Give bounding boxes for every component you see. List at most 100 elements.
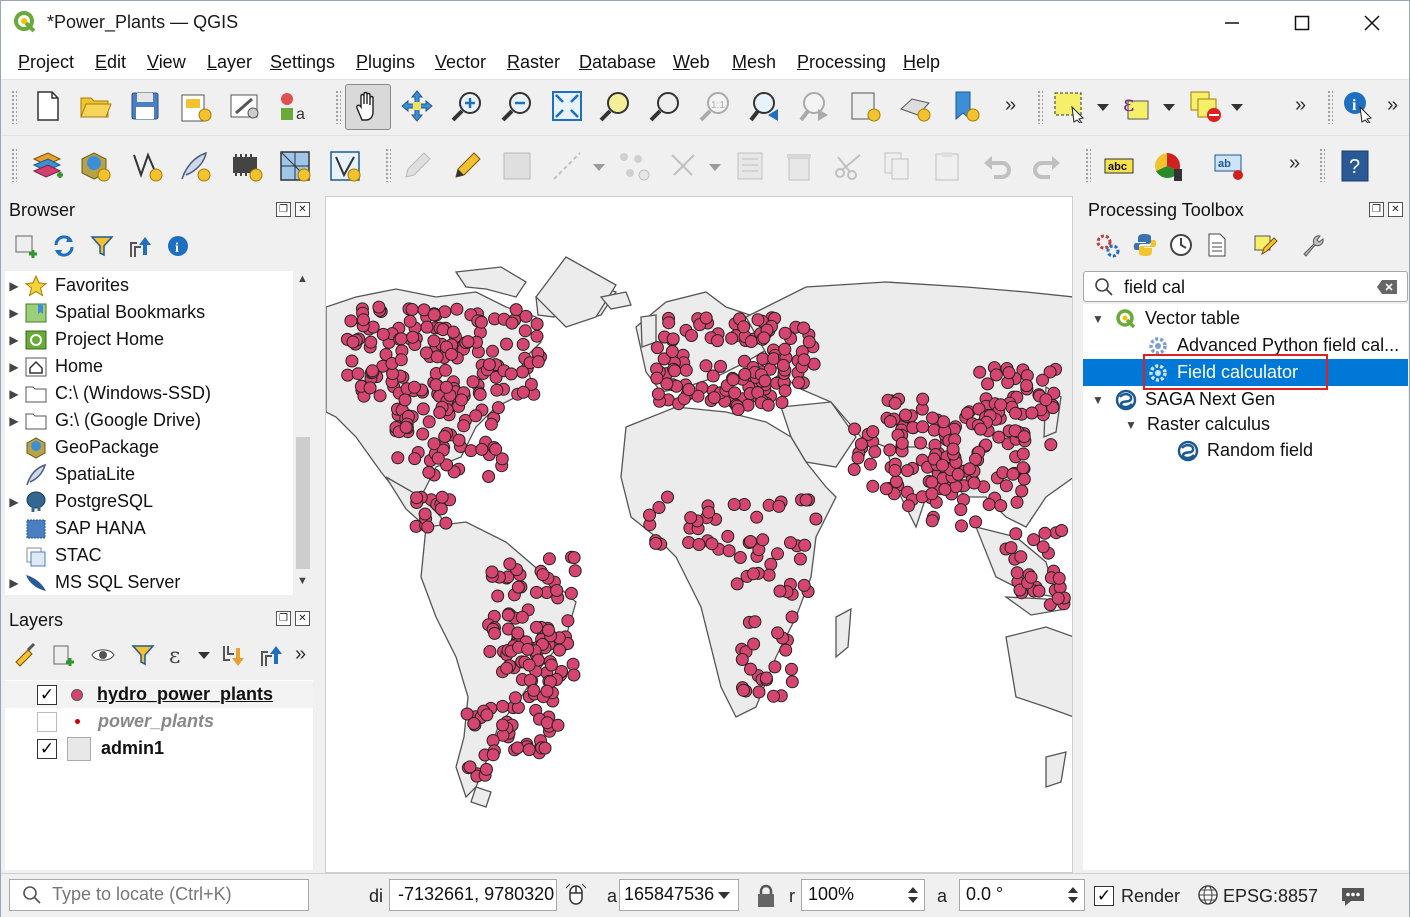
add-group-button[interactable]	[45, 637, 81, 673]
browser-item-stac[interactable]: STAC	[5, 542, 102, 569]
collapse-all-button[interactable]	[121, 227, 159, 265]
add-feature-button[interactable]	[547, 146, 587, 186]
menu-edit[interactable]: Edit	[95, 52, 126, 73]
filter-browser-button[interactable]	[83, 227, 121, 265]
layer-visibility-checkbox[interactable]: ✓	[37, 738, 57, 759]
toolbar-grip[interactable]	[1319, 148, 1325, 182]
edit-features-in-place-button[interactable]	[1247, 227, 1283, 263]
crs-button[interactable]	[1197, 884, 1221, 908]
zoom-native-button[interactable]: 1:1	[695, 86, 735, 126]
toolbar-grip[interactable]	[1037, 90, 1043, 124]
render-checkbox[interactable]: ✓	[1094, 886, 1114, 906]
menu-plugins[interactable]: Plugins	[356, 52, 415, 73]
menu-settings[interactable]: Settings	[270, 52, 335, 73]
new-spatialite-layer-button[interactable]	[175, 146, 215, 186]
menu-database[interactable]: Database	[579, 52, 656, 73]
map-canvas[interactable]	[325, 196, 1073, 873]
browser-item-project-home[interactable]: ▶ Project Home	[5, 326, 164, 353]
browser-item-spatial-bookmarks[interactable]: ▶ Spatial Bookmarks	[5, 299, 205, 326]
layer-diagram-options-button[interactable]	[1149, 146, 1189, 186]
float-panel-icon[interactable]: ❐	[276, 611, 291, 626]
browser-item-c-drive[interactable]: ▶ C:\ (Windows-SSD)	[5, 380, 211, 407]
expand-arrow-icon[interactable]: ▶	[5, 495, 23, 509]
models-button[interactable]	[1089, 227, 1125, 263]
expand-arrow-icon[interactable]: ▶	[5, 360, 23, 374]
close-panel-icon[interactable]: ✕	[295, 611, 310, 626]
toolbar-grip[interactable]	[335, 90, 341, 124]
scroll-down-icon[interactable]: ▼	[297, 575, 308, 587]
toggle-editing-button[interactable]	[447, 146, 487, 186]
new-virtual-layer-2-button[interactable]	[325, 146, 365, 186]
identify-features-button[interactable]: i	[1337, 86, 1377, 126]
toolbox-algorithm-random-field[interactable]: Random field	[1083, 437, 1408, 464]
menu-mesh[interactable]: Mesh	[732, 52, 776, 73]
collapse-arrow-icon[interactable]: ▼	[1083, 312, 1113, 326]
collapse-arrow-icon[interactable]: ▼	[1115, 418, 1147, 432]
select-features-button[interactable]	[1049, 86, 1089, 126]
zoom-in-button[interactable]	[447, 86, 487, 126]
expand-arrow-icon[interactable]: ▶	[5, 279, 23, 293]
layer-row-admin1[interactable]: ✓ admin1	[5, 735, 164, 762]
browser-item-sap-hana[interactable]: SAP HANA	[5, 515, 146, 542]
maximize-button[interactable]	[1267, 1, 1337, 45]
expand-arrow-icon[interactable]: ▶	[5, 576, 23, 590]
current-edits-button[interactable]	[397, 146, 437, 186]
expand-arrow-icon[interactable]: ▶	[5, 414, 23, 428]
browser-item-favorites[interactable]: ▶ Favorites	[5, 272, 129, 299]
expand-all-button[interactable]	[215, 637, 251, 673]
scroll-up-icon[interactable]: ▲	[297, 273, 308, 285]
help-contents-button[interactable]: ?	[1335, 146, 1375, 186]
menu-view[interactable]: View	[147, 52, 186, 73]
browser-item-geopackage[interactable]: GeoPackage	[5, 434, 159, 461]
minimize-button[interactable]	[1197, 1, 1267, 45]
expression-dropdown-icon[interactable]	[1163, 104, 1175, 111]
menu-vector[interactable]: Vector	[435, 52, 486, 73]
deselect-features-button[interactable]	[1185, 86, 1225, 126]
delete-selected-button[interactable]	[779, 146, 819, 186]
clear-search-icon[interactable]	[1376, 279, 1398, 295]
close-panel-icon[interactable]: ✕	[1388, 202, 1403, 217]
pan-to-selection-button[interactable]	[397, 86, 437, 126]
toolbar-overflow-icon[interactable]: »	[1387, 94, 1398, 117]
new-virtual-layer-button[interactable]	[275, 146, 315, 186]
layer-labeling-options-button[interactable]: abc	[1099, 146, 1139, 186]
history-button[interactable]	[1163, 227, 1199, 263]
zoom-to-layer-button[interactable]	[645, 86, 685, 126]
collapse-all-layers-button[interactable]	[253, 637, 289, 673]
menu-layer[interactable]: Layer	[207, 52, 252, 73]
layer-visibility-checkbox[interactable]	[37, 711, 57, 732]
float-panel-icon[interactable]: ❐	[1369, 202, 1384, 217]
toolbox-search-input[interactable]	[1124, 275, 1364, 299]
menu-processing[interactable]: Processing	[797, 52, 886, 73]
zoom-next-button[interactable]	[795, 86, 835, 126]
highlight-pinned-labels-button[interactable]: ab	[1209, 146, 1249, 186]
close-button[interactable]	[1337, 1, 1407, 45]
toolbox-group-vector-table[interactable]: ▼ Vector table	[1083, 305, 1408, 332]
pan-map-button[interactable]	[345, 84, 391, 130]
browser-item-home[interactable]: ▶ Home	[5, 353, 103, 380]
add-feature-dropdown-icon[interactable]	[593, 164, 605, 171]
browser-item-spatialite[interactable]: SpatiaLite	[5, 461, 135, 488]
lock-scale-button[interactable]	[755, 884, 777, 908]
float-panel-icon[interactable]: ❐	[276, 202, 291, 217]
modify-attributes-button[interactable]	[731, 146, 771, 186]
expand-arrow-icon[interactable]: ▶	[5, 387, 23, 401]
scale-dropdown-icon[interactable]	[718, 892, 730, 899]
scale-combobox[interactable]: 165847536	[619, 879, 739, 911]
open-layer-styling-button[interactable]	[7, 637, 43, 673]
style-manager-button[interactable]: a	[273, 86, 313, 126]
world-map[interactable]	[326, 197, 1073, 873]
deselect-dropdown-icon[interactable]	[1231, 104, 1243, 111]
new-3d-view-button[interactable]	[895, 86, 935, 126]
toggle-extents-button[interactable]	[563, 882, 589, 908]
cut-features-button[interactable]	[829, 146, 869, 186]
browser-item-mssql[interactable]: ▶ MS SQL Server	[5, 569, 180, 596]
open-project-button[interactable]	[75, 86, 115, 126]
scrollbar-thumb[interactable]	[296, 437, 310, 569]
layer-visibility-checkbox[interactable]: ✓	[37, 684, 57, 705]
zoom-full-button[interactable]	[547, 86, 587, 126]
results-viewer-button[interactable]	[1199, 227, 1235, 263]
save-project-button[interactable]	[125, 86, 165, 126]
rotation-spin-icon[interactable]	[1064, 880, 1082, 910]
toolbar-overflow-icon[interactable]: »	[1005, 94, 1016, 117]
